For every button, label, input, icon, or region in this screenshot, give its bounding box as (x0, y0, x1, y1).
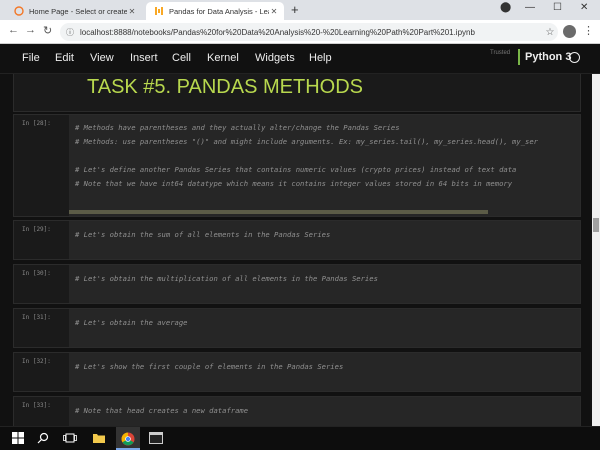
avatar[interactable] (563, 25, 576, 38)
menu-cell[interactable]: Cell (172, 52, 191, 64)
back-icon[interactable]: ← (8, 24, 19, 36)
menu-kernel[interactable]: Kernel (207, 52, 239, 64)
horizontal-scrollbar[interactable] (69, 210, 488, 214)
code-cell[interactable]: In [31]: # Let's obtain the average (13, 308, 581, 348)
browser-tab-notebook[interactable]: Pandas for Data Analysis - Learn ✕ (146, 2, 284, 20)
cell-prompt: In [31]: (22, 314, 51, 321)
code-cell[interactable]: In [28]: # Methods have parentheses and … (13, 114, 581, 217)
code-line: # Let's obtain the multiplication of all… (75, 274, 378, 283)
code-cell[interactable]: In [29]: # Let's obtain the sum of all e… (13, 220, 581, 260)
code-line: # Let's define another Pandas Series tha… (75, 165, 517, 174)
forward-icon[interactable]: → (25, 24, 36, 36)
browser-tab-home[interactable]: Home Page - Select or create a n ✕ (6, 2, 142, 20)
chrome-taskbar-button[interactable] (116, 427, 140, 450)
menu-widgets[interactable]: Widgets (255, 52, 295, 64)
code-line: # Note that head creates a new dataframe (75, 406, 249, 415)
close-icon[interactable]: ✕ (127, 7, 137, 16)
scrollbar-thumb[interactable] (593, 218, 599, 232)
code-input[interactable]: # Let's obtain the average (69, 309, 580, 347)
code-line: # Methods have parentheses and they actu… (75, 123, 400, 132)
jupyter-icon (14, 6, 24, 16)
code-line: # Note that we have int64 datatype which… (75, 179, 513, 188)
code-line: # Let's obtain the sum of all elements i… (75, 230, 331, 239)
code-input[interactable]: # Let's obtain the multiplication of all… (69, 265, 580, 303)
reload-icon[interactable]: ↻ (43, 24, 52, 37)
windows-start-icon[interactable] (12, 432, 24, 444)
code-input[interactable]: # Let's obtain the sum of all elements i… (69, 221, 580, 259)
more-menu-icon[interactable]: ⋮ (583, 24, 594, 37)
code-input[interactable]: # Note that head creates a new dataframe (69, 397, 580, 426)
cell-prompt: In [32]: (22, 358, 51, 365)
code-input[interactable]: # Methods have parentheses and they actu… (69, 115, 580, 216)
menu-help[interactable]: Help (309, 52, 332, 64)
kernel-idle-icon (569, 52, 580, 63)
chrome-icon (121, 432, 135, 446)
page-scrollbar[interactable] (592, 74, 600, 426)
pandas-icon (155, 7, 163, 15)
markdown-cell[interactable]: TASK #5. PANDAS METHODS (13, 74, 581, 112)
cell-prompt: In [33]: (22, 402, 51, 409)
menu-edit[interactable]: Edit (55, 52, 74, 64)
browser-tab-strip: Home Page - Select or create a n ✕ Panda… (0, 0, 600, 20)
kernel-separator (518, 49, 520, 65)
kernel-name[interactable]: Python 3 (525, 51, 571, 63)
code-input[interactable]: # Let's show the first couple of element… (69, 353, 580, 391)
browser-toolbar: ← → ↻ ⓘ localhost:8888/notebooks/Pandas%… (0, 20, 600, 44)
trusted-indicator[interactable]: Trusted (490, 50, 510, 56)
menu-insert[interactable]: Insert (130, 52, 158, 64)
code-line: # Let's show the first couple of element… (75, 362, 344, 371)
code-line: # Methods: use parentheses "()" and migh… (75, 137, 539, 146)
search-icon[interactable] (37, 432, 49, 444)
menu-file[interactable]: File (22, 52, 40, 64)
task-view-icon[interactable] (63, 432, 77, 444)
browser-tab-title: Pandas for Data Analysis - Learn (169, 6, 269, 16)
code-line: # Let's obtain the average (75, 318, 188, 327)
cell-prompt: In [28]: (22, 120, 51, 127)
file-explorer-icon[interactable] (92, 432, 106, 444)
profile-icon[interactable]: ⬤ (500, 2, 511, 13)
menu-view[interactable]: View (90, 52, 114, 64)
cell-prompt: In [30]: (22, 270, 51, 277)
info-icon[interactable]: ⓘ (66, 27, 80, 38)
close-window-icon[interactable]: ✕ (580, 2, 588, 13)
url-text: localhost:8888/notebooks/Pandas%20for%20… (80, 27, 475, 37)
code-cell[interactable]: In [32]: # Let's show the first couple o… (13, 352, 581, 392)
address-bar[interactable]: ⓘ localhost:8888/notebooks/Pandas%20for%… (60, 23, 558, 41)
code-cell[interactable]: In [30]: # Let's obtain the multiplicati… (13, 264, 581, 304)
code-cell[interactable]: In [33]: # Note that head creates a new … (13, 396, 581, 426)
windows-taskbar (0, 426, 600, 450)
minimize-icon[interactable]: — (525, 2, 535, 13)
terminal-icon[interactable] (149, 432, 163, 444)
bookmark-star-icon[interactable]: ☆ (542, 27, 558, 38)
close-icon[interactable]: ✕ (269, 7, 279, 16)
maximize-icon[interactable]: ☐ (553, 2, 562, 13)
notebook-container: TASK #5. PANDAS METHODS In [28]: # Metho… (0, 74, 592, 426)
section-heading: TASK #5. PANDAS METHODS (87, 76, 363, 98)
browser-tab-title: Home Page - Select or create a n (29, 6, 127, 16)
new-tab-icon[interactable]: + (291, 2, 299, 17)
cell-prompt: In [29]: (22, 226, 51, 233)
jupyter-menubar: File Edit View Insert Cell Kernel Widget… (0, 44, 600, 74)
